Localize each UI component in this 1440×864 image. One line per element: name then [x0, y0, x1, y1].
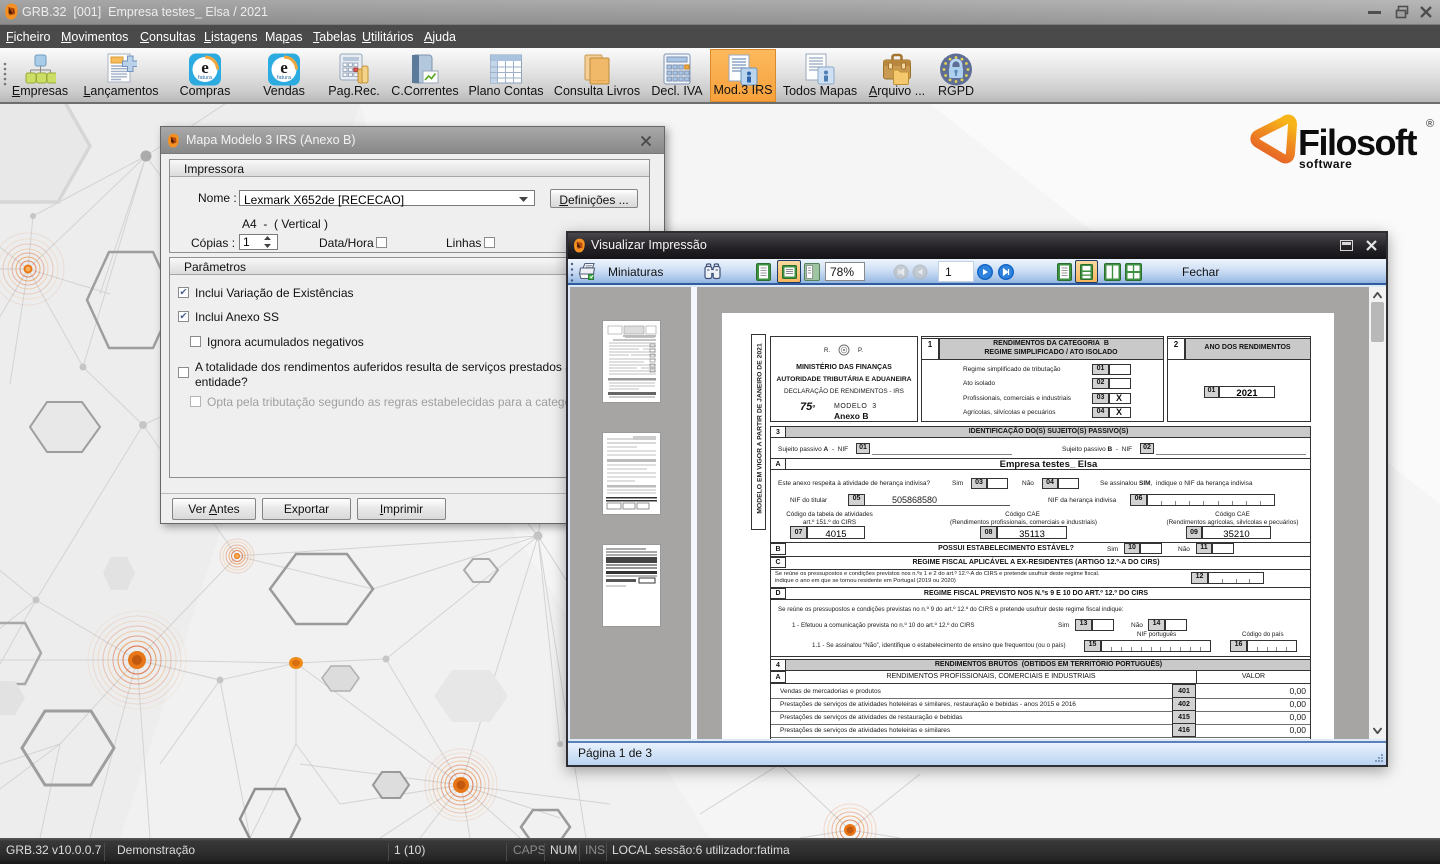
svg-text:software: software [1299, 157, 1352, 171]
svg-text:fatura: fatura [277, 75, 292, 81]
svg-text:fatura: fatura [198, 75, 213, 81]
svg-text:®: ® [1426, 118, 1434, 130]
